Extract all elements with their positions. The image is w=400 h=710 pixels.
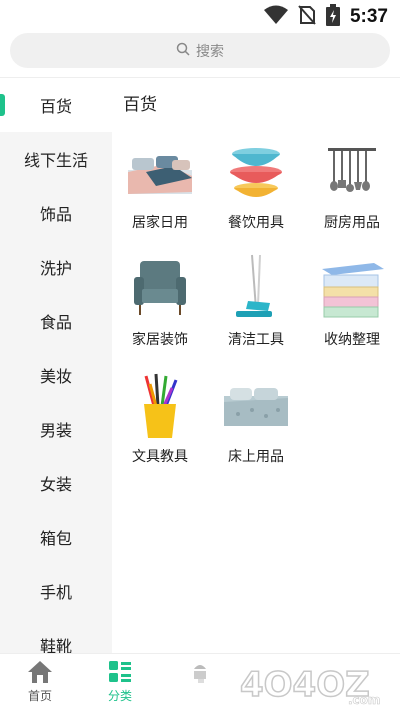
category-label: 家居装饰 — [132, 332, 188, 348]
category-label: 居家日用 — [132, 215, 188, 231]
app-root: 5:37 搜索 百货 线下生活 饰品 洗护 食品 美妆 男装 女装 箱包 手机 … — [0, 0, 400, 710]
tab-category[interactable]: 分类 — [80, 654, 160, 710]
sidebar-item-menswear[interactable]: 男装 — [0, 402, 112, 456]
wifi-icon — [263, 5, 288, 29]
category-item[interactable]: 餐饮用具 — [208, 136, 304, 253]
storage-box-image — [318, 253, 386, 325]
search-bar[interactable]: 搜索 — [10, 33, 390, 68]
category-sidebar: 百货 线下生活 饰品 洗护 食品 美妆 男装 女装 箱包 手机 鞋靴 — [0, 78, 112, 653]
status-bar: 5:37 — [0, 0, 400, 34]
sidebar-item-food[interactable]: 食品 — [0, 294, 112, 348]
sidebar-item-shoes[interactable]: 鞋靴 — [0, 618, 112, 653]
category-item[interactable]: 床上用品 — [208, 370, 304, 487]
home-icon — [26, 659, 54, 685]
category-content: 百货 居家日用 餐饮用具 厨房用品 家居装饰 清洁工具 收纳整理 文具教具 床上… — [112, 78, 400, 653]
armchair-image — [126, 253, 194, 325]
tab-label: 分类 — [107, 689, 132, 703]
sidebar-item-label: 食品 — [39, 313, 72, 332]
sidebar-item-label: 鞋靴 — [39, 637, 72, 653]
status-time: 5:37 — [349, 6, 388, 27]
sidebar-item-baihuo[interactable]: 百货 — [0, 78, 112, 132]
sidebar-item-label: 美妆 — [39, 367, 72, 386]
sidebar-item-offline-life[interactable]: 线下生活 — [0, 132, 112, 186]
battery-charging-icon — [325, 4, 340, 30]
search-icon — [176, 41, 190, 60]
sidebar-item-bags[interactable]: 箱包 — [0, 510, 112, 564]
search-placeholder: 搜索 — [196, 43, 224, 60]
active-indicator — [0, 94, 5, 116]
svg-text:.com: .com — [348, 693, 380, 707]
category-label: 床上用品 — [228, 449, 284, 465]
sidebar-item-label: 线下生活 — [23, 151, 88, 170]
sidebar-item-label: 箱包 — [39, 529, 72, 548]
content-title: 百货 — [123, 95, 157, 115]
tab-home[interactable]: 首页 — [0, 654, 80, 710]
sidebar-item-label: 百货 — [39, 97, 72, 116]
placeholder-icon — [186, 659, 214, 685]
utensils-image — [318, 136, 386, 208]
site-watermark: 4O4OZ .com — [236, 656, 396, 708]
sidebar-item-label: 洗护 — [39, 259, 72, 278]
sidebar-item-label: 男装 — [39, 421, 72, 440]
tab-loading[interactable] — [160, 654, 240, 710]
category-item[interactable]: 文具教具 — [112, 370, 208, 487]
category-item[interactable]: 厨房用品 — [304, 136, 400, 253]
category-item[interactable]: 家居装饰 — [112, 253, 208, 370]
bed-image — [222, 370, 290, 442]
pencil-cup-image — [126, 370, 194, 442]
status-icons: 5:37 — [263, 4, 388, 30]
sidebar-item-beauty[interactable]: 美妆 — [0, 348, 112, 402]
category-label: 餐饮用具 — [228, 215, 284, 231]
category-item[interactable]: 清洁工具 — [208, 253, 304, 370]
category-label: 清洁工具 — [228, 332, 284, 348]
mop-image — [222, 253, 290, 325]
category-icon — [106, 659, 134, 685]
tab-label: 首页 — [27, 689, 52, 703]
sidebar-item-label: 手机 — [39, 583, 72, 602]
bowls-image — [222, 136, 290, 208]
sidebar-item-washcare[interactable]: 洗护 — [0, 240, 112, 294]
category-item[interactable]: 居家日用 — [112, 136, 208, 253]
bedding-image — [126, 136, 194, 208]
category-label: 厨房用品 — [324, 215, 380, 231]
sidebar-item-label: 女装 — [39, 475, 72, 494]
no-sim-icon — [298, 5, 316, 29]
sidebar-item-label: 饰品 — [39, 205, 72, 224]
sidebar-item-accessories[interactable]: 饰品 — [0, 186, 112, 240]
category-label: 文具教具 — [132, 449, 188, 465]
category-label: 收纳整理 — [324, 332, 380, 348]
sidebar-item-phones[interactable]: 手机 — [0, 564, 112, 618]
category-item[interactable]: 收纳整理 — [304, 253, 400, 370]
sidebar-item-womenswear[interactable]: 女装 — [0, 456, 112, 510]
